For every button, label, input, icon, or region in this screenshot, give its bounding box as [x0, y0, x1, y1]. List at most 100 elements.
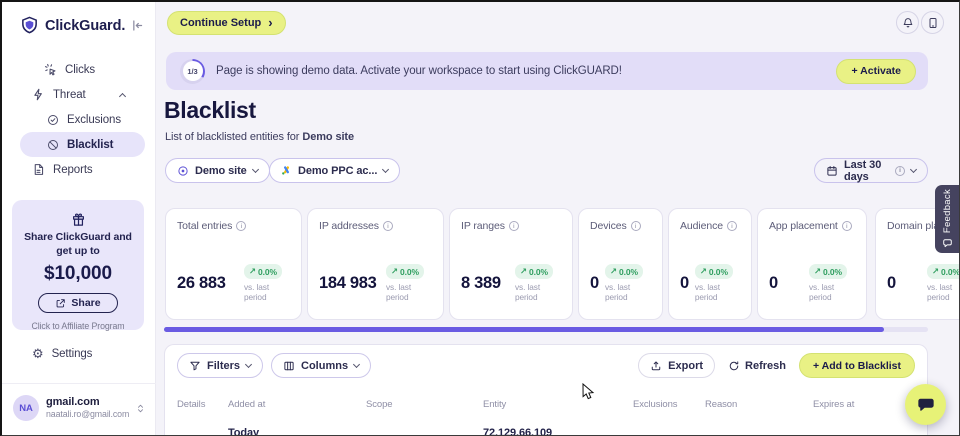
share-label: Share — [71, 297, 100, 309]
column-header-expires-at[interactable]: Expires at — [813, 399, 915, 410]
page-subtitle: List of blacklisted entities for Demo si… — [165, 131, 354, 143]
sidebar-item-blacklist[interactable]: Blacklist — [20, 132, 145, 157]
stat-label: Total entries — [177, 220, 232, 232]
filters-button[interactable]: Filters — [177, 353, 263, 378]
chat-launcher-button[interactable] — [905, 384, 946, 425]
affiliate-link[interactable]: Click to Affiliate Program — [31, 321, 124, 331]
column-header-added-at[interactable]: Added at — [228, 399, 366, 410]
nav-label: Blacklist — [67, 139, 113, 151]
promo-text-line2: get up to — [56, 245, 99, 259]
nav-label: Clicks — [65, 64, 95, 76]
date-range-dropdown[interactable]: Last 30 days — [814, 158, 928, 183]
info-icon[interactable] — [842, 221, 852, 231]
google-ads-icon — [281, 165, 292, 176]
activate-button[interactable]: + Activate — [836, 59, 916, 84]
trend-badge: ↗0.0% — [515, 264, 553, 279]
chevron-right-icon: › — [268, 15, 272, 30]
stat-value: 0 — [769, 274, 778, 293]
columns-button[interactable]: Columns — [271, 353, 371, 378]
external-link-icon — [55, 298, 66, 309]
chevron-down-icon — [910, 165, 917, 172]
bell-icon — [902, 17, 914, 29]
blacklist-table-card: Filters Columns Export Refresh + Add to … — [164, 344, 928, 436]
feedback-tab[interactable]: Feedback — [935, 185, 960, 253]
export-button[interactable]: Export — [638, 353, 715, 378]
stat-delta: 0.0% — [400, 267, 419, 277]
stat-vs-label: vs. last period — [605, 282, 651, 303]
info-icon[interactable] — [727, 221, 737, 231]
calendar-icon — [826, 165, 838, 177]
stat-value: 26 883 — [177, 274, 226, 293]
column-header-exclusions[interactable]: Exclusions — [633, 399, 705, 410]
refresh-button[interactable]: Refresh — [728, 360, 786, 372]
nav-label: Exclusions — [67, 114, 121, 126]
account-filter-dropdown[interactable]: Demo PPC ac... — [269, 158, 400, 183]
column-header-reason[interactable]: Reason — [705, 399, 813, 410]
banner-message: Page is showing demo data. Activate your… — [216, 65, 622, 77]
cards-scrollbar-thumb[interactable] — [164, 327, 884, 332]
table-row[interactable]: Today 72.129.66.109 — [177, 427, 915, 436]
stat-card-audience: Audience 0 ↗0.0% vs. last period — [668, 208, 752, 320]
share-button[interactable]: Share — [38, 293, 117, 313]
site-filter-dropdown[interactable]: Demo site — [165, 158, 270, 183]
device-button[interactable] — [921, 11, 944, 34]
stat-delta: 0.0% — [258, 267, 277, 277]
setup-progress-label: 1/3 — [183, 61, 203, 81]
info-icon[interactable] — [509, 221, 519, 231]
blocked-circle-icon — [47, 139, 59, 151]
account-switcher-icon[interactable] — [135, 403, 146, 414]
gear-icon: ⚙ — [32, 347, 44, 360]
sidebar-item-exclusions[interactable]: Exclusions — [0, 107, 155, 132]
stat-card-ip-ranges: IP ranges 8 389 ↗0.0% vs. last period — [449, 208, 573, 320]
trend-badge: ↗0.0% — [244, 264, 282, 279]
stat-card-ip-addresses: IP addresses 184 983 ↗0.0% vs. last peri… — [307, 208, 444, 320]
continue-setup-button[interactable]: Continue Setup › — [167, 11, 286, 35]
sidebar-item-reports[interactable]: Reports — [0, 157, 155, 182]
refresh-label: Refresh — [745, 360, 786, 372]
chevron-down-icon — [353, 360, 360, 367]
trend-up-icon: ↗ — [520, 266, 527, 277]
continue-setup-label: Continue Setup — [180, 17, 261, 29]
sidebar-collapse-icon[interactable] — [131, 19, 144, 32]
user-name: gmail.com — [46, 396, 128, 410]
columns-label: Columns — [301, 360, 348, 372]
report-icon — [32, 163, 45, 176]
user-email: naatali.ro@gmail.com — [46, 409, 128, 420]
column-header-scope[interactable]: Scope — [366, 399, 483, 410]
stat-label: App placement — [769, 220, 838, 232]
affiliate-promo-card[interactable]: Share ClickGuard and get up to $10,000 S… — [12, 200, 144, 330]
info-icon[interactable] — [631, 221, 641, 231]
sidebar-item-clicks[interactable]: Clicks — [0, 57, 155, 82]
export-icon — [650, 360, 662, 372]
check-circle-icon — [47, 114, 59, 126]
info-icon — [895, 166, 905, 176]
stat-value: 0 — [887, 274, 896, 293]
info-icon[interactable] — [236, 221, 246, 231]
stat-delta: 0.0% — [823, 267, 842, 277]
user-account[interactable]: NA gmail.com naatali.ro@gmail.com — [0, 383, 156, 436]
tablet-icon — [927, 17, 939, 29]
nav-label: Settings — [52, 348, 93, 360]
chevron-down-icon — [245, 360, 252, 367]
promo-amount: $10,000 — [44, 263, 112, 285]
threat-icon — [32, 88, 45, 101]
stat-delta: 0.0% — [529, 267, 548, 277]
notifications-button[interactable] — [896, 11, 919, 34]
stat-vs-label: vs. last period — [695, 282, 741, 303]
chevron-up-icon — [119, 92, 126, 99]
sidebar-item-settings[interactable]: ⚙ Settings — [0, 341, 156, 366]
add-to-blacklist-button[interactable]: + Add to Blacklist — [799, 353, 915, 378]
trend-up-icon: ↗ — [814, 266, 821, 277]
setup-progress-badge: 1/3 — [180, 59, 205, 84]
demo-data-banner: 1/3 Page is showing demo data. Activate … — [166, 52, 928, 90]
site-target-icon — [177, 165, 189, 177]
feedback-label: Feedback — [942, 189, 953, 233]
sidebar-item-threat[interactable]: Threat — [0, 82, 155, 107]
promo-text-line1: Share ClickGuard and — [24, 231, 132, 245]
trend-badge: ↗0.0% — [386, 264, 424, 279]
stat-label: Audience — [680, 220, 723, 232]
column-header-entity[interactable]: Entity — [483, 399, 633, 410]
column-header-details[interactable]: Details — [177, 399, 228, 410]
info-icon[interactable] — [383, 221, 393, 231]
avatar: NA — [13, 395, 39, 421]
